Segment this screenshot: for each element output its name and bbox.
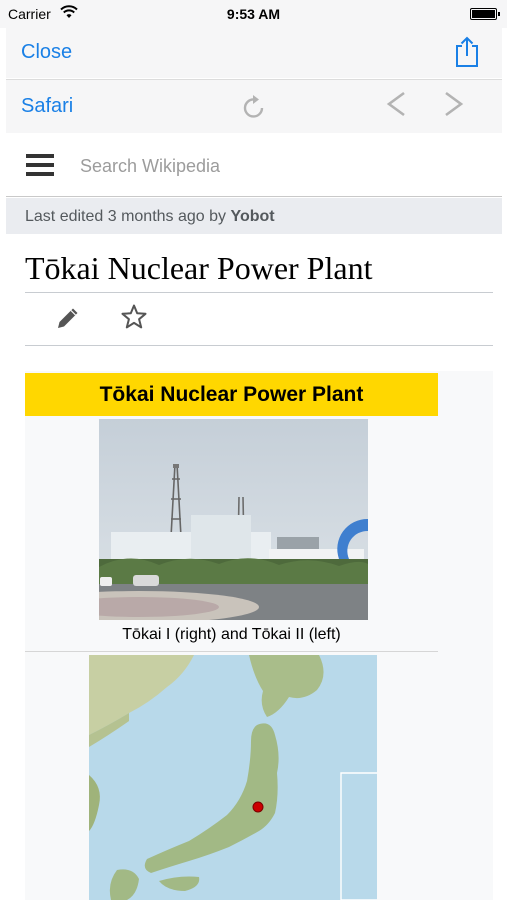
menu-icon[interactable] (26, 154, 54, 176)
last-edited-user: Yobot (230, 208, 275, 225)
infobox-divider (25, 651, 438, 652)
last-edited-bar[interactable]: Last edited 3 months ago by Yobot (6, 198, 502, 234)
share-icon[interactable] (454, 36, 480, 68)
page-title: Tōkai Nuclear Power Plant (25, 250, 373, 286)
photo-caption: Tōkai I (right) and Tōkai II (left) (122, 626, 341, 643)
top-toolbar: Close (6, 28, 502, 78)
back-arrow-icon[interactable] (384, 90, 408, 118)
safari-button[interactable]: Safari (21, 95, 73, 118)
browser-nav-bar: Safari (6, 79, 502, 133)
battery-icon (470, 8, 500, 20)
infobox: Tōkai Nuclear Power Plant Tōkai I (right… (25, 371, 493, 900)
forward-arrow-icon[interactable] (442, 90, 466, 118)
plant-photo[interactable] (99, 419, 368, 620)
wikipedia-header (6, 134, 502, 197)
search-input[interactable] (80, 152, 460, 180)
location-map[interactable] (89, 655, 377, 900)
map-marker-icon (252, 801, 264, 813)
edit-pencil-icon[interactable] (55, 305, 81, 331)
last-edited-text: Last edited 3 months ago by (25, 208, 227, 225)
actions-divider (25, 345, 493, 346)
status-bar: Carrier 9:53 AM (0, 0, 507, 28)
close-button[interactable]: Close (21, 41, 72, 64)
reload-icon[interactable] (241, 93, 267, 121)
clock: 9:53 AM (226, 6, 281, 22)
star-icon[interactable] (120, 303, 148, 331)
title-divider (25, 292, 493, 293)
infobox-title: Tōkai Nuclear Power Plant (25, 373, 438, 416)
